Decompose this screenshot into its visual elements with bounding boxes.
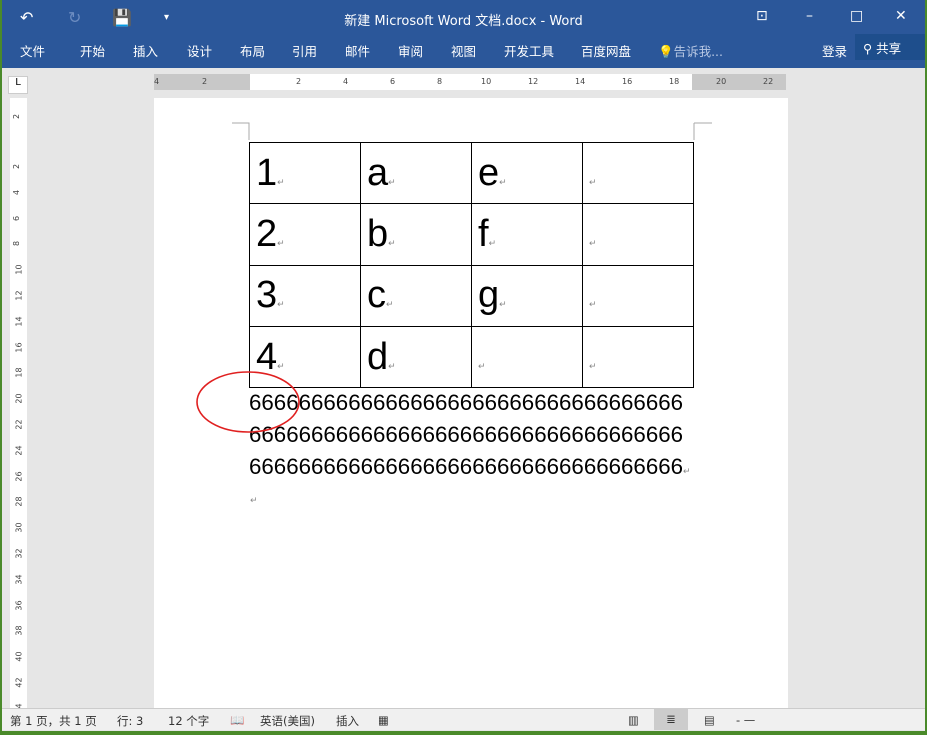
vertical-ruler[interactable]: 2246810121416182022242628303234363840424… <box>10 98 27 713</box>
zoom-slider[interactable]: - — <box>736 713 755 727</box>
document-page[interactable]: 1↵ a↵ e↵ ↵ 2↵ b↵ f↵ ↵ 3↵ c↵ g↵ ↵ 4↵ d↵ ↵ ↵ 666666666666… <box>154 98 788 708</box>
tab-insert[interactable]: 插入 <box>133 41 158 60</box>
ruler-label: 6 <box>12 215 22 221</box>
tab-developer[interactable]: 开发工具 <box>504 41 554 60</box>
title-bar: ↶ ↻ 💾 ▾ 新建 Microsoft Word 文档.docx - Word… <box>2 0 925 36</box>
print-layout-icon[interactable]: ≣ <box>654 709 688 730</box>
read-mode-icon[interactable]: ▥ <box>628 713 639 727</box>
tab-view[interactable]: 视图 <box>451 41 476 60</box>
ruler-label: 38 <box>14 625 24 636</box>
insert-mode[interactable]: 插入 <box>336 713 359 729</box>
tab-references[interactable]: 引用 <box>292 41 317 60</box>
share-button[interactable]: ⚲ 共享 <box>855 34 925 60</box>
tab-stop-selector[interactable]: L <box>8 76 28 94</box>
login-link[interactable]: 登录 <box>822 41 847 60</box>
word-count[interactable]: 12 个字 <box>168 713 209 729</box>
maximize-button[interactable]: □ <box>850 8 863 24</box>
ruler-label: 40 <box>14 651 24 662</box>
ribbon-tabs: 文件 开始 插入 设计 布局 引用 邮件 审阅 视图 开发工具 百度网盘 💡告诉… <box>2 34 925 68</box>
ruler-label: 32 <box>14 548 24 559</box>
proofing-icon[interactable]: 📖 <box>230 713 244 727</box>
minimize-button[interactable]: – <box>806 8 813 24</box>
ruler-label: 30 <box>14 522 24 533</box>
person-add-icon: ⚲ <box>863 41 873 56</box>
ruler-label: 10 <box>14 264 24 275</box>
ruler-label: 16 <box>14 342 24 353</box>
ruler-label: 42 <box>14 677 24 688</box>
word-window: ↶ ↻ 💾 ▾ 新建 Microsoft Word 文档.docx - Word… <box>2 0 925 731</box>
close-button[interactable]: ✕ <box>895 8 907 24</box>
ruler-label: 34 <box>14 574 24 585</box>
tab-baidu-netdisk[interactable]: 百度网盘 <box>581 41 631 60</box>
ruler-label: 2 <box>12 113 22 120</box>
ruler-label: 4 <box>12 189 22 195</box>
tab-review[interactable]: 审阅 <box>398 41 423 60</box>
annotation-layer <box>196 122 712 433</box>
page-count[interactable]: 第 1 页，共 1 页 <box>10 713 97 729</box>
language[interactable]: 英语(美国) <box>260 713 315 729</box>
ruler-label: 20 <box>14 393 24 404</box>
ruler-label: 14 <box>14 316 24 327</box>
ruler-label: 28 <box>14 496 24 507</box>
ribbon-display-options-button[interactable]: ⊡ <box>756 8 768 24</box>
tell-me-search[interactable]: 💡告诉我... <box>658 41 723 60</box>
ruler-label: 18 <box>14 367 24 378</box>
horizontal-ruler[interactable]: 4 2 2 4 6 8 10 12 14 16 18 20 22 <box>154 74 786 90</box>
ruler-label: 8 <box>12 241 22 247</box>
tab-mailings[interactable]: 邮件 <box>345 41 370 60</box>
ruler-label: 22 <box>14 419 24 430</box>
ruler-label: 12 <box>14 290 24 301</box>
tab-file[interactable]: 文件 <box>20 41 45 60</box>
red-circle-annotation <box>196 371 300 433</box>
tab-design[interactable]: 设计 <box>187 41 212 60</box>
status-bar: 第 1 页，共 1 页 行: 3 12 个字 📖 英语(美国) 插入 ▦ ▥ ≣… <box>2 708 925 730</box>
macro-recording-icon[interactable]: ▦ <box>378 713 389 727</box>
ruler-label: 2 <box>12 163 22 170</box>
line-number[interactable]: 行: 3 <box>117 713 143 729</box>
ruler-label: 26 <box>14 471 24 482</box>
tab-home[interactable]: 开始 <box>80 41 105 60</box>
ruler-label: 36 <box>14 600 24 611</box>
lightbulb-icon: 💡 <box>658 44 674 59</box>
tab-layout[interactable]: 布局 <box>240 41 265 60</box>
ruler-label: 24 <box>14 445 24 456</box>
web-layout-icon[interactable]: ▤ <box>704 713 715 727</box>
window-title: 新建 Microsoft Word 文档.docx - Word <box>344 14 583 29</box>
